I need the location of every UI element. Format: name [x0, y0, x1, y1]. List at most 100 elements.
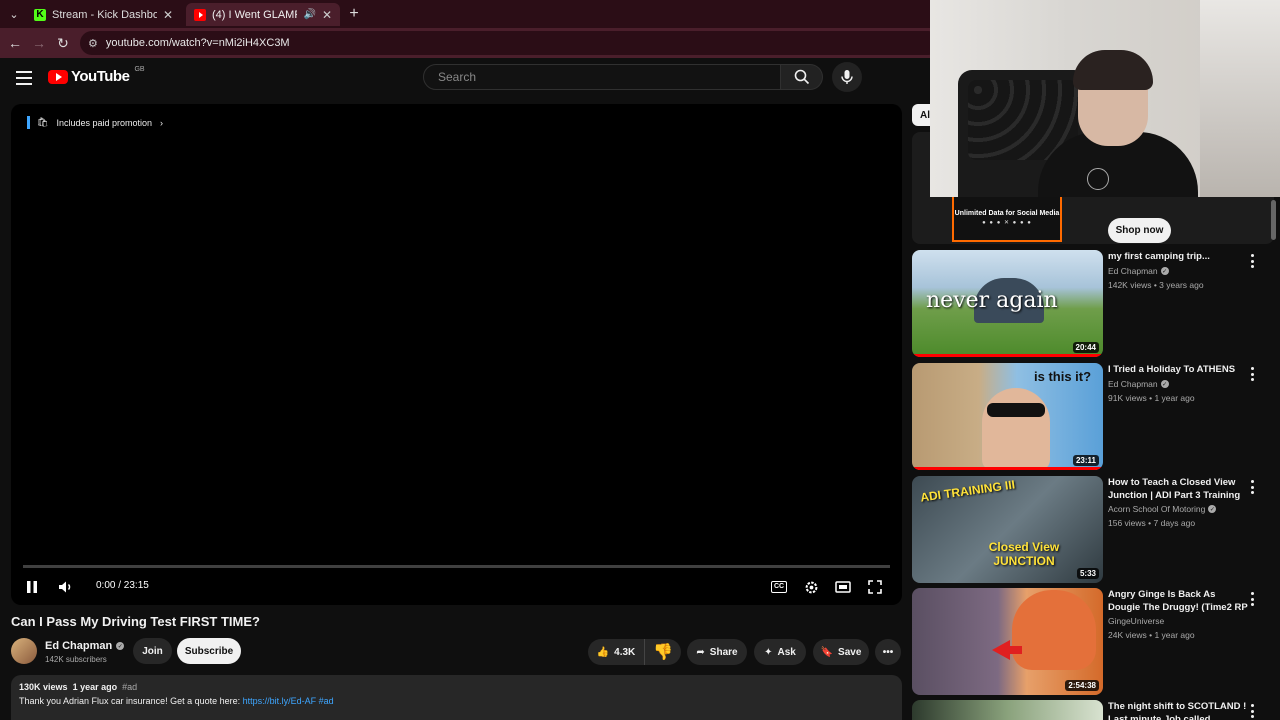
theater-mode-button[interactable]	[832, 576, 854, 598]
streamer-hair	[1073, 50, 1153, 90]
video-title[interactable]: I Tried a Holiday To ATHENS	[1108, 363, 1248, 376]
description-box[interactable]: 130K views 1 year ago #ad Thank you Adri…	[11, 675, 902, 720]
watched-progress-bar	[912, 354, 1103, 357]
channel-row[interactable]: Ed Chapman ✓	[1108, 266, 1169, 276]
save-button[interactable]: 🔖 Save	[813, 639, 869, 665]
video-title[interactable]: How to Teach a Closed View Junction | AD…	[1108, 476, 1248, 502]
thumbs-up-icon: 👍	[596, 646, 610, 658]
recommended-video[interactable]: is this it? 23:11 I Tried a Holiday To A…	[912, 363, 1274, 471]
channel-name: GingeUniverse	[1108, 616, 1165, 626]
channel-row[interactable]: GingeUniverse	[1108, 616, 1164, 626]
save-label: Save	[838, 646, 862, 658]
channel-name: Ed Chapman	[45, 640, 113, 652]
recommended-video[interactable]: never again 20:44 my first camping trip.…	[912, 250, 1274, 358]
progress-bar[interactable]	[23, 565, 890, 568]
new-tab-button[interactable]: +	[344, 4, 364, 24]
volume-icon	[59, 581, 71, 593]
gear-icon	[805, 581, 817, 593]
video-thumbnail[interactable]: 2:54:38	[912, 588, 1103, 695]
like-button[interactable]: 👍 4.3K	[588, 639, 645, 665]
video-duration: 5:33	[1076, 568, 1099, 579]
channel-name-row[interactable]: Ed Chapman ✓	[45, 640, 125, 652]
search-input[interactable]: Search	[423, 64, 781, 90]
subscribe-button[interactable]: Subscribe	[177, 638, 241, 664]
video-thumbnail[interactable]: ADI TRAINING III Closed View JUNCTION 5:…	[912, 476, 1103, 583]
back-arrow-icon[interactable]: ←	[5, 33, 25, 53]
ad-thumbnail[interactable]: Unlimited Data for Social Media ● ● ● ✕ …	[952, 196, 1062, 242]
channel-row[interactable]: Acorn School Of Motoring ✓	[1108, 504, 1217, 514]
more-vertical-icon[interactable]	[1248, 704, 1256, 718]
youtube-play-icon	[48, 69, 68, 84]
join-button[interactable]: Join	[133, 638, 172, 664]
video-title[interactable]: The night shift to SCOTLAND ! Last minut…	[1108, 700, 1248, 720]
search-button[interactable]	[781, 64, 823, 90]
pause-icon	[27, 581, 37, 593]
youtube-logo[interactable]: YouTube GB	[48, 66, 145, 85]
video-title[interactable]: my first camping trip...	[1108, 250, 1248, 263]
more-horizontal-icon: •••	[882, 646, 894, 658]
pause-button[interactable]	[21, 576, 43, 598]
address-bar[interactable]: ⚙ youtube.com/watch?v=nMi2iH4XC3M	[80, 31, 940, 55]
more-actions-button[interactable]: •••	[875, 639, 901, 665]
video-thumbnail[interactable]: never again 20:44	[912, 250, 1103, 357]
speaker-icon[interactable]: 🔊	[303, 9, 315, 20]
player-controls: 0:00 / 23:15 CC	[11, 574, 902, 600]
verified-icon: ✓	[1160, 267, 1169, 275]
video-duration: 23:11	[1072, 455, 1099, 466]
volume-button[interactable]	[55, 576, 77, 598]
tab-search-dropdown[interactable]: ⌄	[4, 4, 24, 24]
share-icon: ➦	[696, 646, 705, 658]
shop-now-button[interactable]: Shop now	[1108, 218, 1171, 243]
site-settings-icon[interactable]: ⚙	[88, 37, 98, 50]
description-hashtag[interactable]: #ad	[316, 696, 334, 706]
thumbs-down-icon: 👎	[653, 644, 673, 661]
tab-youtube-video[interactable]: (4) I Went GLAMPING For T 🔊 ✕	[186, 3, 340, 26]
settings-button[interactable]	[800, 576, 822, 598]
search-icon	[794, 69, 809, 85]
share-button[interactable]: ➦ Share	[687, 639, 747, 665]
paid-promotion-notice[interactable]: 🛍 Includes paid promotion ›	[27, 116, 163, 129]
dislike-button[interactable]: 👎	[645, 639, 681, 665]
hashtag[interactable]: #ad	[122, 682, 137, 692]
video-thumbnail[interactable]	[912, 700, 1103, 720]
ask-button[interactable]: ✦ Ask	[754, 639, 806, 665]
channel-row[interactable]: Ed Chapman ✓	[1108, 379, 1169, 389]
sunglasses-image	[987, 403, 1045, 417]
tab-title: Stream - Kick Dashboard	[52, 8, 157, 21]
voice-search-button[interactable]	[832, 62, 862, 92]
fullscreen-button[interactable]	[864, 576, 886, 598]
recommended-video[interactable]: 2:54:38 Angry Ginge Is Back As Dougie Th…	[912, 588, 1274, 696]
video-thumbnail[interactable]: is this it? 23:11	[912, 363, 1103, 470]
more-vertical-icon[interactable]	[1248, 367, 1256, 381]
description-link[interactable]: https://bit.ly/Ed-AF	[243, 696, 317, 706]
more-vertical-icon[interactable]	[1248, 254, 1256, 268]
recommended-video[interactable]: ADI TRAINING III Closed View JUNCTION 5:…	[912, 476, 1274, 584]
forward-arrow-icon[interactable]: →	[29, 33, 49, 53]
logo-text: YouTube	[71, 68, 130, 85]
video-stats: 24K views • 1 year ago	[1108, 630, 1195, 640]
background-shelf	[1200, 0, 1280, 197]
view-count: 130K views	[19, 682, 68, 692]
channel-name: Acorn School Of Motoring	[1108, 504, 1206, 514]
thumbnail-badge-text: ADI TRAINING III	[919, 477, 1016, 505]
recommended-video[interactable]: The night shift to SCOTLAND ! Last minut…	[912, 700, 1274, 720]
close-tab-icon[interactable]: ✕	[322, 8, 332, 22]
tab-kick-dashboard[interactable]: K Stream - Kick Dashboard ✕	[26, 3, 181, 26]
captions-icon: CC	[770, 581, 788, 593]
close-tab-icon[interactable]: ✕	[163, 8, 173, 22]
more-vertical-icon[interactable]	[1248, 480, 1256, 494]
verified-icon: ✓	[116, 642, 125, 650]
fullscreen-icon	[868, 580, 882, 594]
video-player[interactable]: 🛍 Includes paid promotion › 0:00 / 23:15…	[11, 104, 902, 605]
captions-button[interactable]: CC	[768, 576, 790, 598]
menu-icon[interactable]	[14, 68, 34, 88]
reload-icon[interactable]: ↻	[53, 33, 73, 53]
sidebar-scrollbar[interactable]	[1271, 200, 1276, 240]
ad-thumbnail-text: Unlimited Data for Social Media	[954, 210, 1060, 217]
channel-avatar[interactable]	[11, 638, 37, 664]
video-title[interactable]: Angry Ginge Is Back As Dougie The Druggy…	[1108, 588, 1248, 614]
subscriber-count: 142K subscribers	[45, 655, 107, 664]
watched-progress-bar	[912, 467, 1103, 470]
youtube-favicon-icon	[194, 8, 206, 21]
more-vertical-icon[interactable]	[1248, 592, 1256, 606]
